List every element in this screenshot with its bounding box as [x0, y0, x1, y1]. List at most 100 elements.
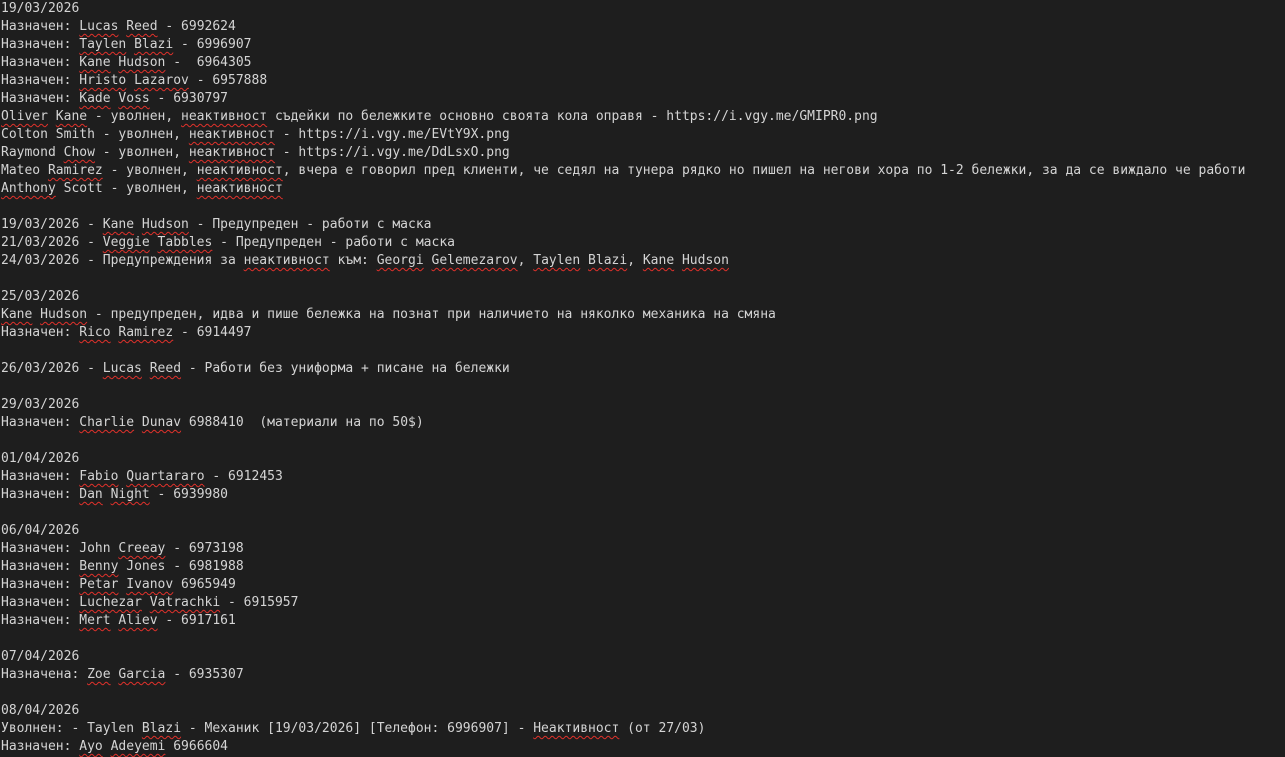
text-line[interactable]: Назначен: Dan Night - 6939980: [1, 486, 1285, 504]
misspelled-word: Taylen: [79, 37, 127, 52]
text-segment: към:: [329, 253, 377, 268]
misspelled-word: Tabbles: [157, 235, 213, 250]
text-line[interactable]: Raymond Chow - уволнен, неактивност - ht…: [1, 144, 1285, 162]
misspelled-word: Oliver: [1, 109, 48, 124]
text-segment: - уволнен,: [94, 145, 189, 160]
text-line[interactable]: Colton Smith - уволнен, неактивност - ht…: [1, 126, 1285, 144]
text-segment: 06/04/2026: [1, 523, 80, 538]
text-segment: [150, 235, 158, 250]
text-line[interactable]: Уволнен: - Taylen Blazi - Механик [19/03…: [1, 720, 1285, 738]
text-segment: [103, 487, 111, 502]
text-line[interactable]: 19/03/2026 - Kane Hudson - Предупреден -…: [1, 216, 1285, 234]
text-segment: Уволнен: - Taylen: [1, 721, 142, 736]
text-segment: Назначен:: [1, 577, 80, 592]
text-segment: [126, 73, 134, 88]
text-line[interactable]: ​: [1, 504, 1285, 522]
misspelled-word: Rico: [79, 325, 111, 340]
text-line[interactable]: 19/03/2026: [1, 0, 1285, 18]
text-line[interactable]: 26/03/2026 - Lucas Reed - Работи без уни…: [1, 360, 1285, 378]
misspelled-word: Hristo: [79, 73, 127, 88]
text-segment: [580, 253, 588, 268]
text-segment: Назначен:: [1, 595, 80, 610]
text-segment: Jones - 6981988: [118, 559, 244, 574]
text-line[interactable]: Назначен: Hristo Lazarov - 6957888: [1, 72, 1285, 90]
text-line[interactable]: Назначен: Taylen Blazi - 6996907: [1, 36, 1285, 54]
misspelled-word: Petar: [79, 577, 119, 592]
misspelled-word: Hudson: [681, 253, 729, 268]
text-editor-content[interactable]: 19/03/2026 Назначен: Lucas Reed - 6992624…: [1, 0, 1285, 757]
text-segment: ,: [627, 253, 643, 268]
misspelled-word: Kane: [79, 55, 111, 70]
misspelled-word: Dan: [79, 487, 103, 502]
misspelled-word: Ivanov: [126, 577, 174, 592]
misspelled-word: Vatrachki: [149, 595, 221, 610]
misspelled-word: Charlie: [79, 415, 135, 430]
text-line[interactable]: ​: [1, 270, 1285, 288]
text-line[interactable]: ​: [1, 198, 1285, 216]
text-segment: - 6964305: [165, 55, 252, 70]
text-segment: [126, 37, 134, 52]
misspelled-word: Lucas: [102, 361, 142, 376]
text-line[interactable]: 21/03/2026 - Veggie Tabbles - Предупреде…: [1, 234, 1285, 252]
text-segment: [674, 253, 682, 268]
text-line[interactable]: Назначен: Ayo Adeyemi 6966604: [1, 738, 1285, 756]
text-line[interactable]: ​: [1, 378, 1285, 396]
text-line[interactable]: Mateo Ramirez - уволнен, неактивност, вч…: [1, 162, 1285, 180]
misspelled-word: Night: [110, 487, 150, 502]
text-segment: Назначен:: [1, 415, 80, 430]
text-line[interactable]: Назначен: Rico Ramirez - 6914497: [1, 324, 1285, 342]
text-segment: - 6939980: [149, 487, 229, 502]
text-segment: съдейки по бележките основно своята кола…: [267, 109, 878, 124]
text-line[interactable]: Назначен: Petar Ivanov 6965949: [1, 576, 1285, 594]
text-line[interactable]: ​: [1, 684, 1285, 702]
text-segment: Назначен:: [1, 37, 80, 52]
text-line[interactable]: Назначен: Mert Aliev - 6917161: [1, 612, 1285, 630]
text-line[interactable]: Назначен: John Creeay - 6973198: [1, 540, 1285, 558]
text-line[interactable]: Anthony Scott - уволнен, неактивност: [1, 180, 1285, 198]
misspelled-word: Mert: [79, 613, 111, 628]
text-line[interactable]: Назначен: Lucas Reed - 6992624: [1, 18, 1285, 36]
text-segment: 6988410 (материали на по 50$): [181, 415, 424, 430]
text-line[interactable]: 08/04/2026: [1, 702, 1285, 720]
text-line[interactable]: Назначен: Charlie Dunav 6988410 (материа…: [1, 414, 1285, 432]
text-line[interactable]: Назначена: Zoe Garcia - 6935307: [1, 666, 1285, 684]
misspelled-word: Adeyemi: [110, 739, 166, 754]
text-segment: - Работи без униформа + писане на бележк…: [181, 361, 510, 376]
text-line[interactable]: Назначен: Benny Jones - 6981988: [1, 558, 1285, 576]
text-line[interactable]: 29/03/2026: [1, 396, 1285, 414]
text-segment: - https://i.vgy.me/EVtY9X.png: [274, 127, 510, 142]
text-segment: - 6930797: [149, 91, 229, 106]
text-line[interactable]: ​: [1, 630, 1285, 648]
text-line[interactable]: 01/04/2026: [1, 450, 1285, 468]
text-line[interactable]: Назначен: Luchezar Vatrachki - 6915957: [1, 594, 1285, 612]
text-line[interactable]: Назначен: Kade Voss - 6930797: [1, 90, 1285, 108]
text-segment: - Предупреден - работи с маска: [212, 235, 455, 250]
misspelled-word: Blazi: [588, 253, 628, 268]
text-line[interactable]: Назначен: Fabio Quartararo - 6912453: [1, 468, 1285, 486]
text-line[interactable]: 24/03/2026 - Предупреждения за неактивно…: [1, 252, 1285, 270]
misspelled-word: Taylen: [533, 253, 581, 268]
misspelled-word: Blazi: [134, 37, 174, 52]
misspelled-word: Georgi: [376, 253, 424, 268]
text-segment: 19/03/2026: [1, 1, 80, 16]
misspelled-word: Lazarov: [134, 73, 189, 88]
text-line[interactable]: 06/04/2026: [1, 522, 1285, 540]
text-segment: - 6996907: [173, 37, 252, 52]
text-segment: Назначен:: [1, 469, 80, 484]
text-line[interactable]: Oliver Kane - уволнен, неактивност съдей…: [1, 108, 1285, 126]
misspelled-word: Kane: [102, 217, 135, 232]
text-line[interactable]: 07/04/2026: [1, 648, 1285, 666]
text-segment: Назначен:: [1, 55, 80, 70]
text-segment: - предупреден, идва и пише бележка на по…: [87, 307, 776, 322]
text-line[interactable]: Kane Hudson - предупреден, идва и пише б…: [1, 306, 1285, 324]
misspelled-word: Reed: [126, 19, 158, 34]
text-segment: [142, 361, 150, 376]
text-line[interactable]: ​: [1, 432, 1285, 450]
misspelled-word: Ramirez: [47, 163, 103, 178]
text-segment: Назначена:: [1, 667, 88, 682]
text-segment: 24/03/2026 - Предупреждения за: [1, 253, 244, 268]
text-line[interactable]: 25/03/2026: [1, 288, 1285, 306]
text-line[interactable]: Назначен: Kane Hudson - 6964305: [1, 54, 1285, 72]
text-segment: Назначен:: [1, 739, 80, 754]
text-line[interactable]: ​: [1, 342, 1285, 360]
